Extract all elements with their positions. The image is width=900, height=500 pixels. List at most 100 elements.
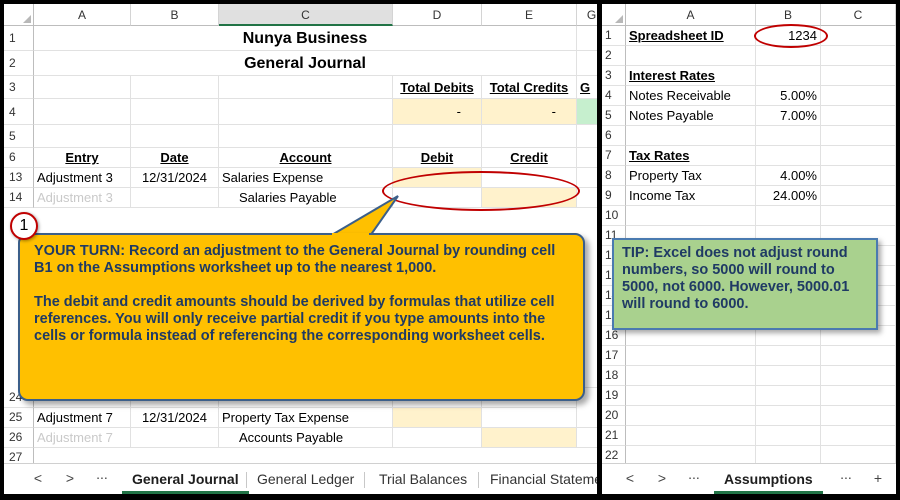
cell-g2[interactable] (577, 51, 597, 76)
row25-entry[interactable]: Adjustment 7 (34, 408, 131, 428)
row14-date[interactable] (131, 188, 219, 208)
cell-d5[interactable] (393, 125, 482, 148)
row25-account[interactable]: Property Tax Expense (219, 408, 393, 428)
cell-c2[interactable] (821, 46, 896, 66)
cell-c5[interactable] (821, 106, 896, 126)
cell-g4[interactable] (577, 99, 597, 125)
row-header-18[interactable]: 18 (602, 366, 626, 386)
entry-header[interactable]: Entry (34, 148, 131, 168)
cell-c17[interactable] (821, 346, 896, 366)
select-all-corner[interactable] (602, 4, 626, 26)
row-header-7[interactable]: 7 (602, 146, 626, 166)
cell-g3[interactable]: G (577, 76, 597, 99)
row-header-3[interactable]: 3 (4, 76, 34, 99)
tab-next-button[interactable]: > (650, 470, 674, 486)
date-header[interactable]: Date (131, 148, 219, 168)
row-header-10[interactable]: 10 (602, 206, 626, 226)
row26-credit-input[interactable] (482, 428, 577, 448)
cell-g13[interactable] (577, 168, 597, 188)
tab-prev-button[interactable]: < (26, 470, 50, 486)
income-tax-value[interactable]: 24.00% (756, 186, 821, 206)
total-credits-label[interactable]: Total Credits (482, 76, 577, 99)
column-header-c[interactable]: C (821, 4, 896, 26)
cell-g14[interactable] (577, 188, 597, 208)
credit-header[interactable]: Credit (482, 148, 577, 168)
row-header-17[interactable]: 17 (602, 346, 626, 366)
select-all-corner[interactable] (4, 4, 34, 26)
column-header-g[interactable]: G (577, 4, 597, 26)
cell-b21[interactable] (756, 426, 821, 446)
cell-c10[interactable] (821, 206, 896, 226)
tab-next-button[interactable]: > (58, 470, 82, 486)
add-sheet-button[interactable]: + (866, 470, 890, 486)
column-header-b[interactable]: B (131, 4, 219, 26)
cell-a3[interactable] (34, 76, 131, 99)
cell-b19[interactable] (756, 386, 821, 406)
row-header-21[interactable]: 21 (602, 426, 626, 446)
cell-b3[interactable] (131, 76, 219, 99)
cell-a19[interactable] (626, 386, 756, 406)
account-header[interactable]: Account (219, 148, 393, 168)
cell-b6[interactable] (756, 126, 821, 146)
notes-payable-label[interactable]: Notes Payable (626, 106, 756, 126)
row25-debit-input[interactable] (393, 408, 482, 428)
column-header-c[interactable]: C (219, 4, 393, 26)
cell-b3[interactable] (756, 66, 821, 86)
cell-c7[interactable] (821, 146, 896, 166)
cell-g26[interactable] (577, 428, 597, 448)
tax-rates-label[interactable]: Tax Rates (626, 146, 756, 166)
cell-c3[interactable] (219, 76, 393, 99)
row26-account[interactable]: Accounts Payable (219, 428, 393, 448)
cell-c21[interactable] (821, 426, 896, 446)
cell-c1[interactable] (821, 26, 896, 46)
cell-g5[interactable] (577, 125, 597, 148)
cell-a5[interactable] (34, 125, 131, 148)
tab-trial-balances[interactable]: Trial Balances (369, 464, 477, 494)
cell-c5[interactable] (219, 125, 393, 148)
journal-title[interactable]: General Journal (34, 51, 577, 76)
row26-date[interactable] (131, 428, 219, 448)
row-header-3[interactable]: 3 (602, 66, 626, 86)
spreadsheet-id-label[interactable]: Spreadsheet ID (626, 26, 756, 46)
total-debits-value[interactable]: - (393, 99, 482, 125)
cell-b4[interactable] (131, 99, 219, 125)
row-header-14[interactable]: 14 (4, 188, 34, 208)
column-header-b[interactable]: B (756, 4, 821, 26)
row-header-9[interactable]: 9 (602, 186, 626, 206)
row-header-4[interactable]: 4 (4, 99, 34, 125)
tab-general-ledger[interactable]: General Ledger (247, 464, 364, 494)
cell-b20[interactable] (756, 406, 821, 426)
notes-receivable-value[interactable]: 5.00% (756, 86, 821, 106)
cell-c6[interactable] (821, 126, 896, 146)
cell-e5[interactable] (482, 125, 577, 148)
cell-c19[interactable] (821, 386, 896, 406)
cell-a21[interactable] (626, 426, 756, 446)
total-credits-value[interactable]: - (482, 99, 577, 125)
cell-c20[interactable] (821, 406, 896, 426)
row-header-26[interactable]: 26 (4, 428, 34, 448)
tab-more-button[interactable]: ... (682, 466, 706, 482)
row-header-6[interactable]: 6 (4, 148, 34, 168)
cell-a20[interactable] (626, 406, 756, 426)
row14-account[interactable]: Salaries Payable (219, 188, 393, 208)
row-header-2[interactable]: 2 (4, 51, 34, 76)
tab-more-button[interactable]: ... (90, 466, 114, 482)
tab-financial-statements[interactable]: Financial Stateme (480, 464, 597, 494)
cell-c8[interactable] (821, 166, 896, 186)
row25-credit-input[interactable] (482, 408, 577, 428)
row13-account[interactable]: Salaries Expense (219, 168, 393, 188)
property-tax-value[interactable]: 4.00% (756, 166, 821, 186)
cell-c3[interactable] (821, 66, 896, 86)
tab-overflow-button[interactable]: ... (834, 466, 858, 482)
row-header-6[interactable]: 6 (602, 126, 626, 146)
cell-a2[interactable] (626, 46, 756, 66)
row-header-2[interactable]: 2 (602, 46, 626, 66)
column-header-a[interactable]: A (626, 4, 756, 26)
row-header-1[interactable]: 1 (602, 26, 626, 46)
tab-prev-button[interactable]: < (618, 470, 642, 486)
row-header-5[interactable]: 5 (4, 125, 34, 148)
cell-b10[interactable] (756, 206, 821, 226)
column-header-a[interactable]: A (34, 4, 131, 26)
cell-g1[interactable] (577, 26, 597, 51)
company-name[interactable]: Nunya Business (34, 26, 577, 51)
